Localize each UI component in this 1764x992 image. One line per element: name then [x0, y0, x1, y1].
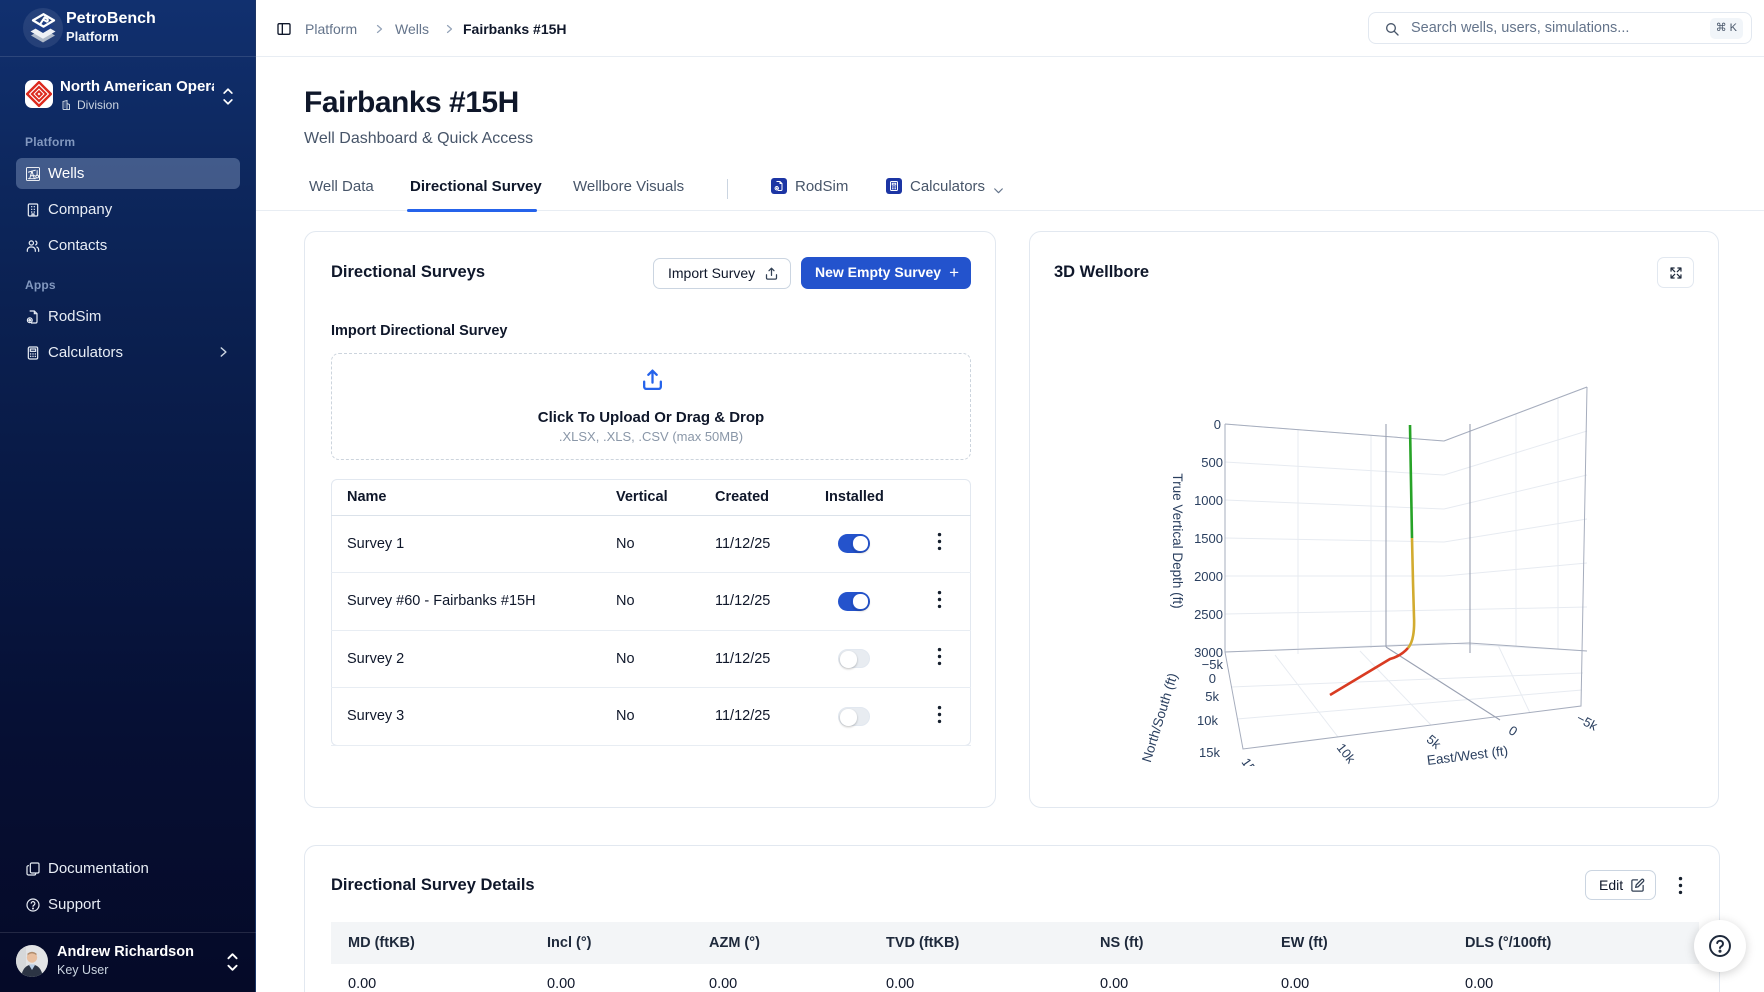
- svg-text:1000: 1000: [1194, 493, 1223, 508]
- svg-text:East/West (ft): East/West (ft): [1426, 743, 1509, 768]
- svg-text:15k: 15k: [1239, 755, 1264, 781]
- svg-text:1500: 1500: [1194, 531, 1223, 546]
- svg-text:2500: 2500: [1194, 607, 1223, 622]
- svg-text:10k: 10k: [1197, 713, 1218, 728]
- svg-text:−5k: −5k: [1574, 710, 1600, 733]
- svg-text:10k: 10k: [1334, 740, 1359, 766]
- svg-text:0: 0: [1209, 671, 1216, 686]
- svg-text:2000: 2000: [1194, 569, 1223, 584]
- svg-text:North/South (ft): North/South (ft): [1139, 671, 1180, 764]
- svg-text:5k: 5k: [1424, 731, 1445, 752]
- svg-text:15k: 15k: [1199, 745, 1220, 760]
- svg-text:0: 0: [1214, 417, 1221, 432]
- svg-text:True Vertical Depth (ft): True Vertical Depth (ft): [1170, 473, 1185, 608]
- svg-text:−5k: −5k: [1202, 657, 1224, 672]
- svg-text:5k: 5k: [1205, 689, 1219, 704]
- svg-text:500: 500: [1201, 455, 1223, 470]
- svg-text:0: 0: [1506, 723, 1520, 740]
